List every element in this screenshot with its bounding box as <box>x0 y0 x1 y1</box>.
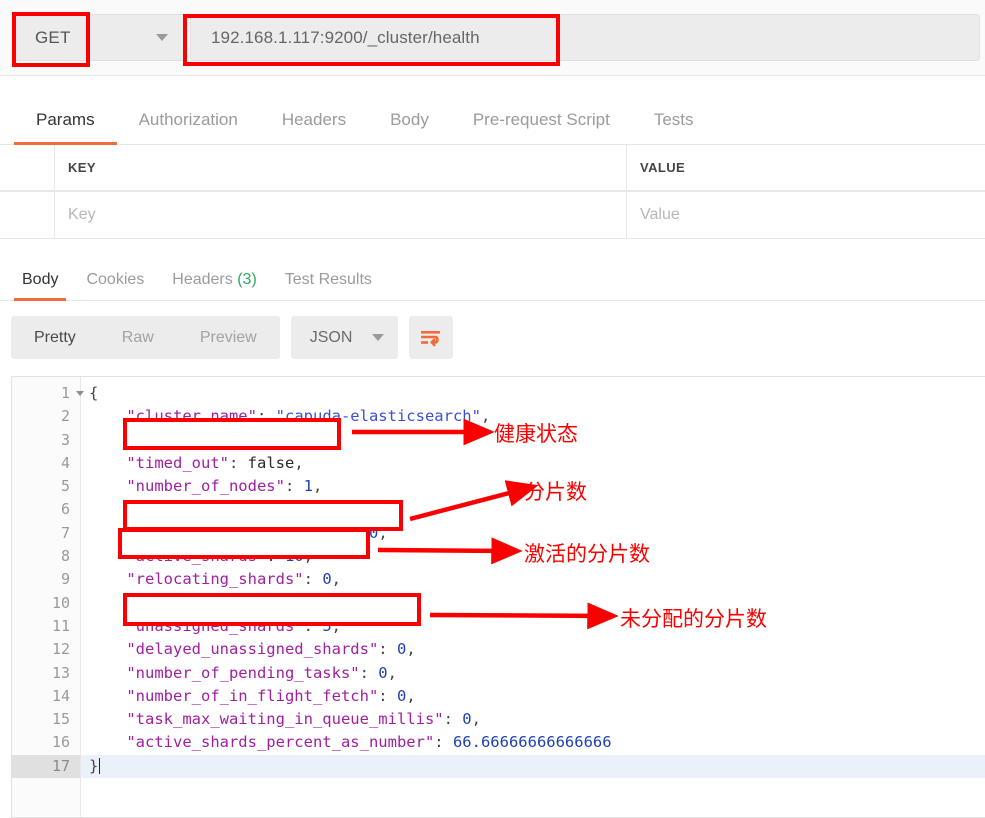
tab-body[interactable]: Body <box>368 110 451 144</box>
line-number: 6 <box>60 500 70 519</box>
params-key-placeholder: Key <box>68 206 96 223</box>
request-tab-bar: Params Authorization Headers Body Pre-re… <box>0 76 985 145</box>
code-line-12: "delayed_unassigned_shards": 0, <box>126 640 416 659</box>
response-format-toolbar: Pretty Raw Preview JSON <box>0 301 985 374</box>
line-number: 12 <box>51 640 70 659</box>
params-value-placeholder: Value <box>640 206 680 223</box>
response-body-viewer[interactable]: 1 2 3 4 5 6 7 8 9 10 11 12 13 14 15 16 1… <box>11 376 985 818</box>
line-number: 4 <box>60 453 70 472</box>
line-number: 3 <box>60 430 70 449</box>
code-line-6: "number_of_data_nodes": 1, <box>126 500 369 519</box>
response-tab-bar: Body Cookies Headers (3) Test Results <box>0 248 985 301</box>
code-line-2: "cluster_name": "capuda-elasticsearch", <box>126 407 491 426</box>
code-line-17: } <box>81 754 985 779</box>
line-number: 5 <box>60 477 70 496</box>
response-tab-headers-label: Headers <box>172 271 233 288</box>
line-number: 14 <box>51 686 70 705</box>
chevron-down-icon <box>372 334 385 341</box>
line-number: 16 <box>51 733 70 752</box>
line-number-current: 17 <box>12 754 80 779</box>
code-line-13: "number_of_pending_tasks": 0, <box>126 663 397 682</box>
line-number-gutter: 1 2 3 4 5 6 7 8 9 10 11 12 13 14 15 16 1… <box>12 377 84 817</box>
http-method-selector[interactable]: GET <box>12 14 187 61</box>
params-table: KEY VALUE Key Value <box>0 145 985 241</box>
tab-headers[interactable]: Headers <box>260 110 368 144</box>
code-line-7: "active_primary_shards": 10, <box>126 523 388 542</box>
line-number: 15 <box>51 710 70 729</box>
url-value: 192.168.1.117:9200/_cluster/health <box>211 27 480 47</box>
line-number: 10 <box>51 593 70 612</box>
code-line-1: { <box>89 384 99 402</box>
line-number: 2 <box>60 407 70 426</box>
word-wrap-button[interactable] <box>409 316 454 359</box>
tab-params[interactable]: Params <box>14 110 117 145</box>
line-number: 8 <box>60 547 70 566</box>
response-language-select[interactable]: JSON <box>290 316 399 359</box>
response-tab-headers[interactable]: Headers (3) <box>158 271 271 300</box>
code-line-14: "number_of_in_flight_fetch": 0, <box>126 686 416 705</box>
tab-tests[interactable]: Tests <box>632 110 716 144</box>
code-line-10: "initializing_shards": 0, <box>126 593 360 612</box>
params-key-input[interactable]: Key <box>55 192 627 239</box>
line-number: 13 <box>51 663 70 682</box>
params-header-value-cell: VALUE <box>627 145 985 191</box>
view-pretty-button[interactable]: Pretty <box>11 316 99 359</box>
view-preview-button[interactable]: Preview <box>177 316 280 359</box>
line-number: 9 <box>60 570 70 589</box>
line-number: 7 <box>60 523 70 542</box>
tab-authorization[interactable]: Authorization <box>117 110 260 144</box>
params-header-key-cell: KEY <box>55 145 627 191</box>
response-tab-cookies[interactable]: Cookies <box>72 271 158 300</box>
chevron-down-icon <box>156 34 168 41</box>
http-method-label: GET <box>35 27 71 47</box>
params-row-checkbox[interactable] <box>0 192 55 239</box>
code-line-11: "unassigned_shards": 5, <box>126 616 341 635</box>
params-value-header-label: VALUE <box>640 160 686 175</box>
url-input[interactable]: 192.168.1.117:9200/_cluster/health <box>190 14 980 61</box>
response-headers-count: (3) <box>237 271 257 288</box>
response-tab-test-results[interactable]: Test Results <box>271 271 386 300</box>
response-tab-body[interactable]: Body <box>8 271 72 301</box>
params-empty-row: Key Value <box>0 192 985 239</box>
code-line-3: "status": "yellow", <box>126 430 304 449</box>
code-line-9: "relocating_shards": 0, <box>126 570 341 589</box>
line-number: 1 <box>12 382 84 405</box>
view-raw-button[interactable]: Raw <box>99 316 177 359</box>
code-line-15: "task_max_waiting_in_queue_millis": 0, <box>126 710 481 729</box>
postman-window: GET 192.168.1.117:9200/_cluster/health P… <box>0 0 985 818</box>
code-line-8: "active_shards": 10, <box>126 547 313 566</box>
params-header-checkbox-cell <box>0 145 55 191</box>
line-number: 11 <box>51 616 70 635</box>
response-language-label: JSON <box>309 328 353 346</box>
word-wrap-icon <box>421 330 441 346</box>
code-line-5: "number_of_nodes": 1, <box>126 477 323 496</box>
request-url-bar: GET 192.168.1.117:9200/_cluster/health <box>0 0 985 76</box>
tab-pre-request-script[interactable]: Pre-request Script <box>451 110 632 144</box>
response-view-segmented-control: Pretty Raw Preview <box>11 316 280 359</box>
params-value-input[interactable]: Value <box>627 192 985 239</box>
json-code-content[interactable]: { "cluster_name": "capuda-elasticsearch"… <box>81 377 985 817</box>
code-line-4: "timed_out": false, <box>126 453 304 472</box>
params-key-header-label: KEY <box>68 160 96 175</box>
code-line-16: "active_shards_percent_as_number": 66.66… <box>126 733 612 752</box>
params-header-row: KEY VALUE <box>0 145 985 192</box>
